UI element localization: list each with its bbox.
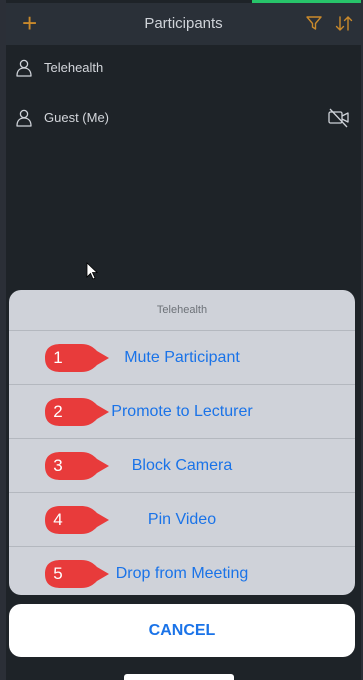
block-camera-button[interactable]: 3 Block Camera: [9, 439, 355, 493]
drop-from-meeting-button[interactable]: 5 Drop from Meeting: [9, 547, 355, 595]
participant-row[interactable]: Guest (Me): [6, 95, 361, 143]
mouse-pointer-icon: [86, 262, 99, 285]
callout-number: 4: [53, 510, 63, 529]
home-indicator: [124, 674, 234, 680]
action-sheet-title: Telehealth: [9, 290, 355, 331]
mute-participant-button[interactable]: 1 Mute Participant: [9, 331, 355, 385]
callout-number: 3: [53, 456, 63, 475]
filter-icon[interactable]: [306, 15, 322, 36]
action-sheet: Telehealth 1 Mute Participant 2 Promote …: [9, 290, 355, 595]
action-label: Block Camera: [131, 457, 233, 474]
person-icon: [15, 59, 33, 82]
person-icon: [15, 109, 33, 132]
navigation-bar: + Participants: [6, 3, 361, 45]
participant-name: Telehealth: [44, 60, 104, 75]
callout-number: 2: [53, 402, 63, 421]
action-label: Mute Participant: [124, 349, 240, 366]
action-label: Pin Video: [147, 511, 217, 528]
action-label: Drop from Meeting: [115, 565, 249, 582]
promote-to-lecturer-button[interactable]: 2 Promote to Lecturer: [9, 385, 355, 439]
cancel-button[interactable]: CANCEL: [9, 604, 355, 657]
pin-video-button[interactable]: 4 Pin Video: [9, 493, 355, 547]
sort-icon[interactable]: [335, 15, 353, 37]
participant-name: Guest (Me): [44, 110, 110, 125]
callout-number: 5: [53, 564, 63, 583]
action-label: Promote to Lecturer: [111, 403, 253, 420]
participant-row[interactable]: Telehealth: [6, 45, 361, 93]
camera-off-icon: [328, 108, 350, 133]
callout-number: 1: [53, 348, 63, 367]
